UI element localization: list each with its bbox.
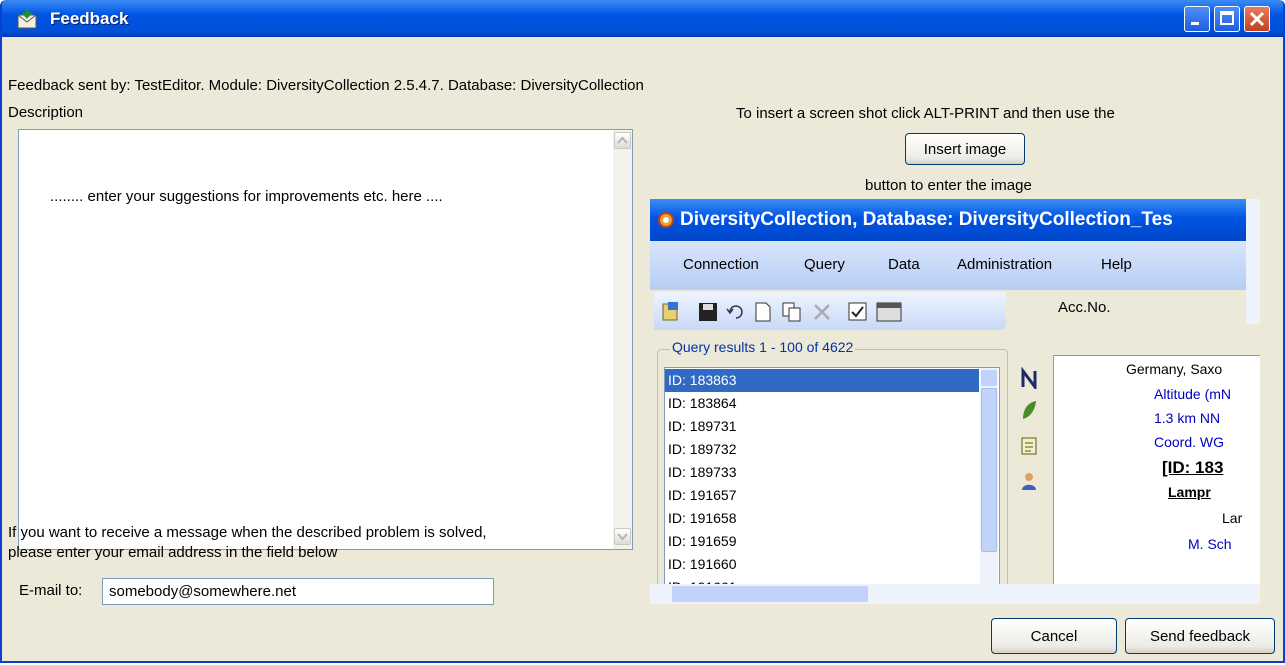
description-label: Description bbox=[8, 104, 84, 121]
list-scroll-up bbox=[981, 370, 997, 386]
tree-coordinates: Coord. WG bbox=[1154, 434, 1225, 450]
checkbox-icon bbox=[848, 302, 867, 321]
app-logo-icon bbox=[658, 212, 674, 228]
maximize-button[interactable] bbox=[1214, 6, 1240, 32]
list-scrollbar bbox=[980, 368, 998, 604]
chevron-up-icon bbox=[617, 136, 628, 144]
menu-connection: Connection bbox=[683, 256, 759, 273]
grid-icon bbox=[876, 302, 902, 322]
list-item: ID: 183864 bbox=[668, 395, 737, 411]
description-textarea[interactable]: ........ enter your suggestions for impr… bbox=[18, 129, 633, 550]
screenshot-hint-bottom: button to enter the image bbox=[865, 177, 1032, 194]
list-item: ID: 189732 bbox=[668, 441, 737, 457]
results-list: ID: 183863 ID: 183864 ID: 189731 ID: 189… bbox=[664, 367, 1000, 604]
close-icon bbox=[1249, 11, 1265, 27]
acc-no-label: Acc.No. bbox=[1058, 299, 1111, 316]
tree-taxon: Lampr bbox=[1168, 484, 1211, 500]
menu-query: Query bbox=[804, 256, 845, 273]
new-document-icon bbox=[755, 302, 771, 322]
email-notice-line1: If you want to receive a message when th… bbox=[8, 524, 487, 541]
delete-icon bbox=[814, 304, 830, 320]
list-scroll-thumb bbox=[981, 388, 997, 552]
embedded-title-bar: DiversityCollection, Database: Diversity… bbox=[650, 199, 1260, 241]
scroll-down-button[interactable] bbox=[614, 528, 631, 545]
send-feedback-button[interactable]: Send feedback bbox=[1125, 618, 1275, 654]
list-item-selected: ID: 183863 bbox=[665, 369, 979, 392]
tree-altitude: Altitude (mN bbox=[1154, 386, 1232, 402]
email-notice-line2: please enter your email address in the f… bbox=[8, 544, 338, 561]
person-icon bbox=[1022, 473, 1036, 490]
copy-icon bbox=[782, 302, 801, 322]
specimen-tree: Germany, Saxo Altitude (mN 1.3 km NN Coo… bbox=[1053, 355, 1260, 587]
title-bar[interactable]: Feedback bbox=[2, 0, 1283, 37]
cancel-button[interactable]: Cancel bbox=[991, 618, 1117, 654]
save-icon bbox=[699, 303, 717, 321]
list-item: ID: 189731 bbox=[668, 418, 737, 434]
leaf-icon bbox=[1023, 401, 1036, 419]
tree-label: Lar bbox=[1222, 510, 1243, 526]
list-item: ID: 191657 bbox=[668, 487, 737, 503]
list-item: ID: 191660 bbox=[668, 556, 737, 572]
maximize-icon bbox=[1220, 11, 1234, 25]
tree-specimen-id: [ID: 183 bbox=[1162, 458, 1224, 477]
list-item: ID: 191658 bbox=[668, 510, 737, 526]
description-scrollbar[interactable] bbox=[613, 130, 632, 549]
tree-collector: M. Sch bbox=[1188, 536, 1232, 552]
feedback-window: Feedback Feedback sent by: TestEditor. M… bbox=[0, 0, 1285, 663]
embedded-toolbar bbox=[654, 292, 1006, 330]
embedded-vscrollbar bbox=[1246, 199, 1260, 324]
chevron-down-icon bbox=[617, 533, 628, 541]
tree-locality: Germany, Saxo bbox=[1126, 361, 1223, 377]
taxon-n-icon bbox=[1021, 367, 1037, 389]
email-label: E-mail to: bbox=[19, 582, 83, 599]
minimize-icon bbox=[1191, 22, 1199, 25]
list-item: ID: 189733 bbox=[668, 464, 737, 480]
tree-altitude-value: 1.3 km NN bbox=[1154, 410, 1221, 426]
menu-help: Help bbox=[1101, 256, 1132, 273]
label-icon bbox=[1021, 437, 1037, 455]
screenshot-image: DiversityCollection, Database: Diversity… bbox=[650, 199, 1260, 604]
mail-icon bbox=[17, 8, 37, 28]
menu-administration: Administration bbox=[957, 256, 1053, 273]
embedded-hscrollbar bbox=[650, 584, 1260, 604]
description-text: ........ enter your suggestions for impr… bbox=[50, 188, 443, 205]
minimize-button[interactable] bbox=[1184, 6, 1210, 32]
embedded-menu-bar: Connection Query Data Administration Hel… bbox=[650, 242, 1260, 290]
query-results-label: Query results 1 - 100 of 4622 bbox=[670, 339, 856, 355]
close-button[interactable] bbox=[1244, 6, 1270, 32]
menu-data: Data bbox=[888, 256, 920, 273]
embedded-hscroll-thumb bbox=[672, 586, 868, 602]
scroll-up-button[interactable] bbox=[614, 132, 631, 149]
list-item: ID: 191659 bbox=[668, 533, 737, 549]
window-title: Feedback bbox=[50, 8, 129, 28]
insert-image-button[interactable]: Insert image bbox=[905, 133, 1025, 165]
screenshot-hint-top: To insert a screen shot click ALT-PRINT … bbox=[736, 105, 1115, 122]
email-input[interactable] bbox=[102, 578, 494, 605]
query-icon bbox=[662, 302, 678, 321]
undo-icon bbox=[726, 305, 743, 319]
feedback-info-line: Feedback sent by: TestEditor. Module: Di… bbox=[8, 77, 644, 94]
dialog-body: Feedback sent by: TestEditor. Module: Di… bbox=[2, 37, 1283, 661]
embedded-title: DiversityCollection, Database: Diversity… bbox=[680, 209, 1173, 230]
